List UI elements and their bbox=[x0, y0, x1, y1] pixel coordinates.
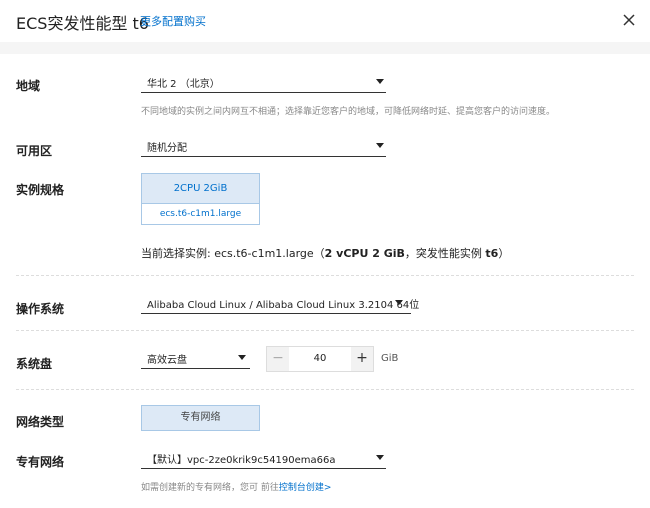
current-mid: ，突发性能实例 bbox=[404, 247, 486, 260]
region-select-value: 华北 2 （北京） bbox=[147, 79, 220, 90]
zone-select[interactable]: 随机分配 bbox=[141, 135, 386, 157]
spec-type-name: ecs.t6-c1m1.large bbox=[142, 203, 259, 225]
console-create-link[interactable]: 控制台创建> bbox=[279, 483, 332, 493]
spec-label: 实例规格 bbox=[16, 183, 65, 197]
disk-size-stepper[interactable]: − 40 + bbox=[266, 346, 374, 372]
vpc-label: 专有网络 bbox=[16, 455, 65, 469]
disk-label: 系统盘 bbox=[16, 357, 53, 371]
region-hint: 不同地域的实例之间内网互不相通；选择靠近您客户的地域，可降低网络时延、提高您客户… bbox=[141, 107, 556, 117]
vpc-hint-text: 如需创建新的专有网络，您可 前往 bbox=[141, 483, 279, 493]
disk-size-input[interactable]: 40 bbox=[289, 347, 351, 371]
zone-select-value: 随机分配 bbox=[147, 143, 187, 154]
current-selection: 当前选择实例: ecs.t6-c1m1.large（2 vCPU 2 GiB，突… bbox=[141, 245, 509, 261]
os-select[interactable]: Alibaba Cloud Linux / Alibaba Cloud Linu… bbox=[141, 292, 419, 314]
dialog-header: ECS突发性能型 t6 更多配置购买 bbox=[0, 0, 650, 42]
current-suffix: ） bbox=[498, 247, 510, 260]
vpc-select[interactable]: 【默认】vpc-2ze0krik9c54190ema66a bbox=[141, 447, 386, 469]
divider bbox=[16, 275, 634, 276]
chevron-down-icon bbox=[395, 300, 403, 305]
chevron-down-icon bbox=[238, 355, 246, 360]
region-select[interactable]: 华北 2 （北京） bbox=[141, 71, 386, 93]
decrement-button[interactable]: − bbox=[267, 347, 289, 371]
disk-type-select[interactable]: 高效云盘 bbox=[141, 347, 250, 369]
network-type-label: 网络类型 bbox=[16, 415, 65, 429]
disk-size-unit: GiB bbox=[381, 353, 399, 364]
header-band bbox=[0, 42, 650, 54]
chevron-down-icon bbox=[376, 143, 384, 148]
dialog-title: ECS突发性能型 t6 bbox=[16, 14, 149, 33]
os-label: 操作系统 bbox=[16, 302, 65, 316]
close-icon[interactable] bbox=[619, 10, 639, 30]
chevron-down-icon bbox=[376, 79, 384, 84]
current-prefix: 当前选择实例: ecs.t6-c1m1.large（ bbox=[141, 247, 325, 260]
current-cpu-mem: 2 vCPU 2 GiB bbox=[324, 247, 405, 260]
region-label: 地域 bbox=[16, 79, 41, 93]
vpc-hint: 如需创建新的专有网络，您可 前往控制台创建> bbox=[141, 480, 331, 493]
zone-label: 可用区 bbox=[16, 144, 53, 158]
spec-card[interactable]: 2CPU 2GiB ecs.t6-c1m1.large bbox=[141, 173, 260, 225]
divider bbox=[16, 330, 634, 331]
network-type-option[interactable]: 专有网络 bbox=[141, 405, 260, 431]
vpc-select-value: 【默认】vpc-2ze0krik9c54190ema66a bbox=[147, 455, 336, 466]
divider bbox=[16, 389, 634, 390]
current-family: t6 bbox=[485, 247, 499, 260]
chevron-down-icon bbox=[376, 455, 384, 460]
os-select-value: Alibaba Cloud Linux / Alibaba Cloud Linu… bbox=[147, 300, 420, 311]
disk-type-value: 高效云盘 bbox=[147, 355, 187, 366]
more-config-link[interactable]: 更多配置购买 bbox=[140, 13, 206, 29]
increment-button[interactable]: + bbox=[351, 347, 373, 371]
spec-cpu-mem: 2CPU 2GiB bbox=[142, 174, 259, 203]
